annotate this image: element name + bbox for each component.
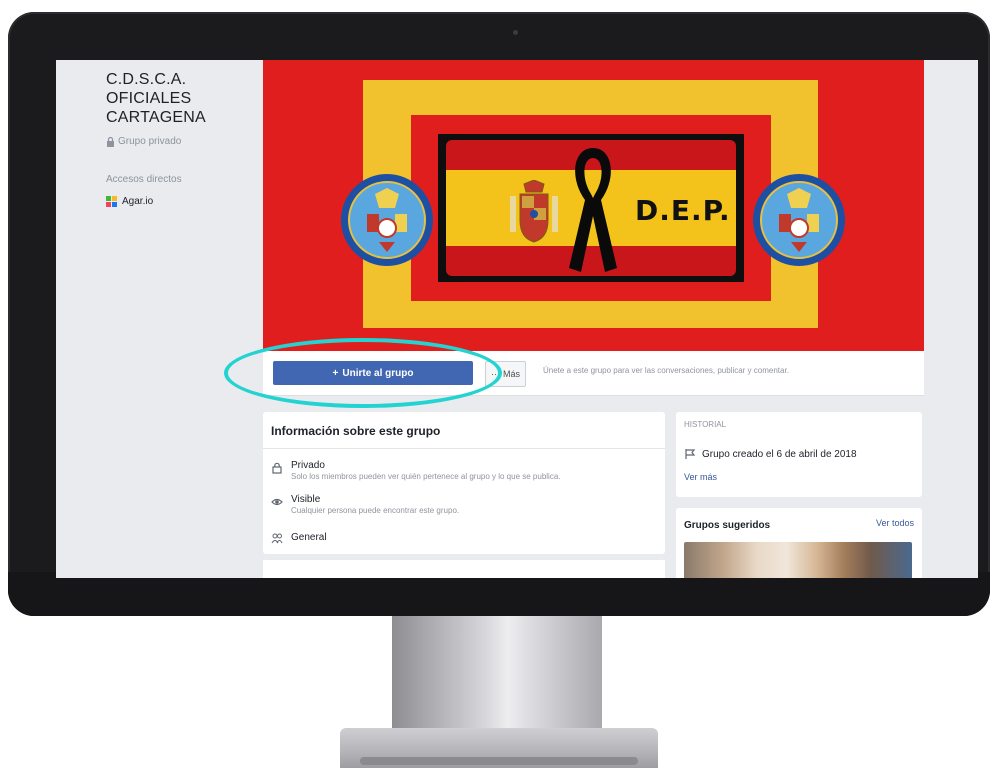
flag-icon xyxy=(685,449,696,459)
mourning-ribbon-icon xyxy=(569,148,617,272)
privacy-label: Grupo privado xyxy=(106,136,181,147)
left-sidebar: C.D.S.C.A. OFICIALES CARTAGENA Grupo pri… xyxy=(56,60,254,578)
screen: C.D.S.C.A. OFICIALES CARTAGENA Grupo pri… xyxy=(56,60,978,578)
group-name-line: OFICIALES xyxy=(106,90,192,107)
coat-of-arms-icon xyxy=(510,180,558,243)
group-name-line: CARTAGENA xyxy=(106,109,206,126)
group-name-line: C.D.S.C.A. xyxy=(106,71,187,88)
stand-shadow xyxy=(360,757,638,765)
general-label: General xyxy=(291,531,327,543)
cover-photo: D.E.P. xyxy=(263,60,924,351)
about-group-card: Información sobre este grupo Privado Sol… xyxy=(263,412,665,554)
divider xyxy=(263,448,665,449)
shortcut-agario[interactable]: Agar.io xyxy=(106,196,153,207)
game-icon xyxy=(106,196,117,207)
suggested-groups-card: Grupos sugeridos Ver todos xyxy=(676,508,922,578)
cover-overlay-text: D.E.P. xyxy=(635,194,731,227)
join-hint-text: Únete a este grupo para ver las conversa… xyxy=(543,366,789,375)
lock-outline-icon xyxy=(272,462,282,474)
created-date-text: Grupo creado el 6 de abril de 2018 xyxy=(702,448,857,460)
people-icon xyxy=(271,533,283,544)
shortcuts-heading: Accesos directos xyxy=(106,174,182,185)
see-more-link[interactable]: Ver más xyxy=(684,472,717,482)
history-created-row: Grupo creado el 6 de abril de 2018 xyxy=(684,448,857,460)
visible-description: Cualquier persona puede encontrar este g… xyxy=(291,506,460,515)
about-title: Información sobre este grupo xyxy=(271,424,441,438)
eye-icon xyxy=(271,498,283,506)
emblem-right-icon xyxy=(753,174,845,266)
category-row: General xyxy=(271,530,327,544)
monitor-chin xyxy=(8,572,990,616)
camera-dot xyxy=(513,30,518,35)
lock-icon xyxy=(107,136,114,147)
history-card: HISTORIAL Grupo creado el 6 de abril de … xyxy=(676,412,922,497)
emblem-left-icon xyxy=(341,174,433,266)
highlight-ellipse xyxy=(224,338,502,408)
private-label: Privado xyxy=(291,460,325,471)
see-all-link[interactable]: Ver todos xyxy=(876,518,914,528)
monitor-frame: C.D.S.C.A. OFICIALES CARTAGENA Grupo pri… xyxy=(8,12,990,616)
monitor-stand-neck xyxy=(392,616,602,736)
visibility-row: Visible Cualquier persona puede encontra… xyxy=(271,494,459,515)
privacy-row: Privado Solo los miembros pueden ver qui… xyxy=(271,460,561,481)
shortcut-label: Agar.io xyxy=(122,196,154,207)
group-name[interactable]: C.D.S.C.A. OFICIALES CARTAGENA xyxy=(106,70,246,127)
suggested-title: Grupos sugeridos xyxy=(684,520,771,531)
visible-label: Visible xyxy=(291,494,321,505)
privacy-text: Grupo privado xyxy=(118,136,182,147)
suggested-group-photo[interactable] xyxy=(684,542,912,578)
private-description: Solo los miembros pueden ver quién perte… xyxy=(291,472,561,481)
history-title: HISTORIAL xyxy=(684,420,727,429)
next-card xyxy=(263,560,665,578)
more-label: Más xyxy=(503,369,521,379)
